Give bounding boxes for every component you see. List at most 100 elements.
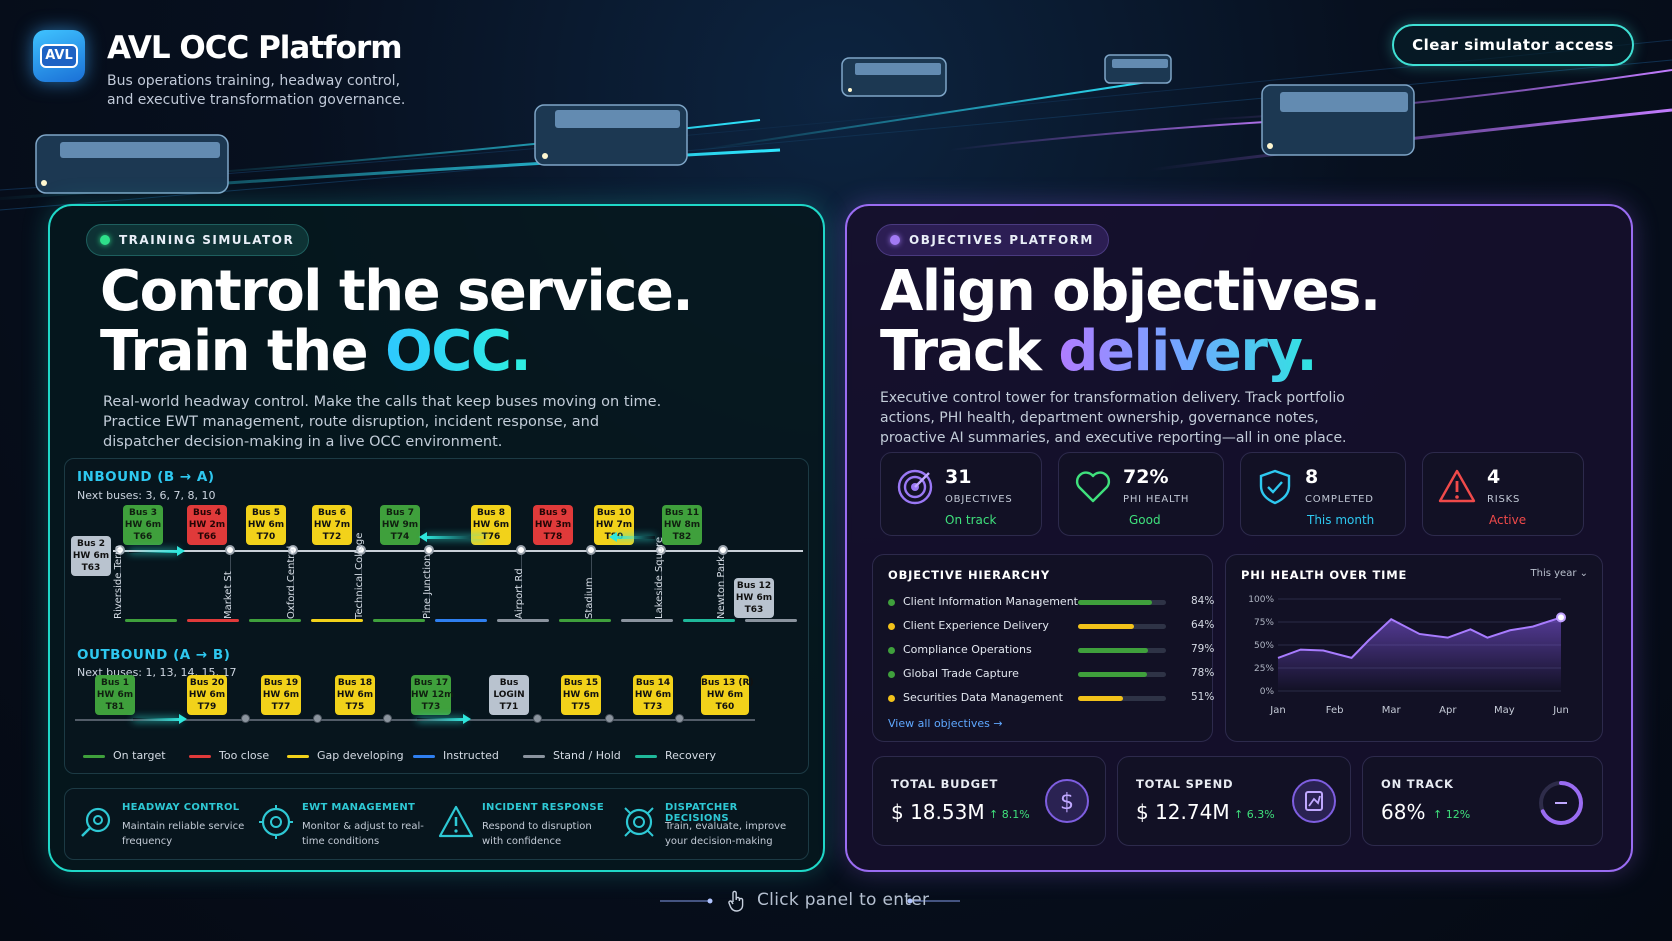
- training-simulator-panel[interactable]: TRAINING SIMULATOR Control the service. …: [48, 204, 825, 872]
- stop-marker[interactable]: [533, 714, 542, 723]
- hierarchy-row[interactable]: Compliance Operations 79%: [888, 641, 1214, 661]
- app-logo: AVL: [33, 30, 85, 82]
- bus-tile[interactable]: Bus 8 HW 6m T76: [471, 505, 511, 545]
- money-change: ↑ 12%: [1433, 808, 1471, 821]
- stop-marker[interactable]: [586, 545, 596, 555]
- stat-phi-health[interactable]: 72% PHI HEALTH Good: [1058, 452, 1224, 536]
- stop-marker[interactable]: [516, 545, 526, 555]
- target-icon: [897, 469, 933, 505]
- app-subtitle: Bus operations training, headway control…: [107, 73, 406, 108]
- row-percent: 78%: [1191, 667, 1215, 679]
- bus-tile[interactable]: Bus 7 HW 9m T74: [380, 505, 420, 545]
- stop-marker[interactable]: [313, 714, 322, 723]
- stop-marker[interactable]: [675, 714, 684, 723]
- status-dot-icon: [888, 695, 895, 702]
- bus-tile[interactable]: Bus LOGIN T71: [489, 675, 529, 715]
- stop-marker[interactable]: [241, 714, 250, 723]
- progress-fill: [1078, 624, 1135, 629]
- bus-tile[interactable]: Bus 4 HW 2m T66: [187, 505, 227, 545]
- stop-label: Lakeside Square: [654, 536, 665, 619]
- stop-label: Market St: [223, 571, 234, 619]
- objectives-platform-panel[interactable]: OBJECTIVES PLATFORM Align objectives. Tr…: [845, 204, 1633, 872]
- legend-item: Too close: [189, 749, 269, 762]
- headline-part: Train the: [100, 319, 386, 384]
- stop-label: Pine Junction: [422, 554, 433, 619]
- hierarchy-row[interactable]: Client Information Management 84%: [888, 593, 1214, 613]
- total-spend-card[interactable]: TOTAL SPEND $ 12.74M ↑ 6.3%: [1117, 756, 1351, 846]
- stop-marker[interactable]: [383, 714, 392, 723]
- stat-completed[interactable]: 8 COMPLETED This month: [1240, 452, 1406, 536]
- money-value: 68%: [1381, 800, 1426, 824]
- logo-text: AVL: [40, 44, 78, 68]
- y-tick-label: 25%: [1254, 664, 1274, 674]
- money-value: $ 12.74M: [1136, 800, 1230, 824]
- stat-risks[interactable]: 4 RISKS Active: [1422, 452, 1584, 536]
- status-dot-icon: [888, 671, 895, 678]
- feature-title: INCIDENT RESPONSE: [482, 802, 605, 813]
- bus-tile[interactable]: Bus 13 (R) HW 6m T60: [701, 675, 754, 715]
- bus-tile[interactable]: Bus 1 HW 6m T81: [95, 675, 135, 715]
- bus-tile[interactable]: Bus 20 HW 6m T79: [187, 675, 227, 715]
- row-percent: 51%: [1191, 691, 1215, 703]
- bus-tile[interactable]: Bus 18 HW 6m T75: [335, 675, 375, 715]
- stop-label: Airport Rd: [514, 568, 525, 619]
- row-name: Compliance Operations: [903, 643, 1032, 656]
- stop-marker[interactable]: [225, 545, 235, 555]
- view-all-objectives-link[interactable]: View all objectives →: [888, 717, 1003, 730]
- money-label: ON TRACK: [1381, 777, 1454, 791]
- money-value: $ 18.53M: [891, 800, 985, 824]
- direction-arrow: [129, 546, 185, 556]
- dispatch-icon: [624, 807, 654, 837]
- ewt-icon: [259, 805, 293, 839]
- headline-line-1: Control the service.: [100, 259, 694, 324]
- headline-line-2: Track delivery.: [880, 322, 1380, 382]
- hierarchy-row[interactable]: Global Trade Capture 78%: [888, 665, 1214, 685]
- phi-health-chart: 100% 75% 50% 25% 0% Jan Feb Mar Apr May Jun: [1248, 595, 1569, 716]
- stat-label: OBJECTIVES: [945, 494, 1013, 505]
- x-tick-label: Feb: [1326, 705, 1344, 716]
- bus-tile[interactable]: Bus 11 HW 8m T82: [662, 505, 702, 545]
- status-segment: [621, 619, 673, 622]
- money-label: TOTAL BUDGET: [891, 777, 999, 791]
- bus-tile[interactable]: Bus 3 HW 6m T66: [123, 505, 163, 545]
- stat-objectives[interactable]: 31 OBJECTIVES On track: [880, 452, 1042, 536]
- legend-label: Stand / Hold: [553, 749, 621, 762]
- legend-swatch: [413, 755, 435, 758]
- y-tick-label: 0%: [1260, 687, 1275, 697]
- hierarchy-row[interactable]: Securities Data Management 51%: [888, 689, 1214, 709]
- stat-sub: On track: [945, 513, 997, 527]
- feature-dispatcher-decisions: DISPATCHER DECISIONS Train, evaluate, im…: [608, 789, 788, 859]
- bus-tile[interactable]: Bus 12 HW 6m T63: [734, 578, 774, 618]
- total-budget-card[interactable]: TOTAL BUDGET $ 18.53M ↑ 8.1% $: [872, 756, 1106, 846]
- bus-tile[interactable]: Bus 6 HW 7m T72: [312, 505, 352, 545]
- bus-tile[interactable]: Bus 19 HW 6m T77: [261, 675, 301, 715]
- bus-tile[interactable]: Bus 17 HW 12m T73: [411, 675, 454, 715]
- stop-marker[interactable]: [718, 545, 728, 555]
- status-dot-icon: [890, 235, 900, 245]
- stat-label: COMPLETED: [1305, 494, 1374, 505]
- direction-arrow: [133, 714, 187, 724]
- stop-marker[interactable]: [605, 714, 614, 723]
- objective-hierarchy-card: OBJECTIVE HIERARCHY Client Information M…: [872, 554, 1214, 742]
- bus-tile[interactable]: Bus 5 HW 6m T70: [246, 505, 286, 545]
- feature-incident-response: INCIDENT RESPONSE Respond to disruption …: [425, 789, 605, 859]
- status-segment: [311, 619, 363, 622]
- bus-tile[interactable]: Bus 9 HW 3m T78: [533, 505, 573, 545]
- clear-simulator-access-button[interactable]: Clear simulator access: [1392, 24, 1634, 66]
- click-panel-hint: Click panel to enter: [660, 886, 1020, 916]
- bus-tile[interactable]: Bus 14 HW 6m T73: [633, 675, 673, 715]
- stat-label: RISKS: [1487, 494, 1521, 505]
- legend-item: Gap developing: [287, 749, 404, 762]
- y-tick-label: 100%: [1248, 595, 1274, 605]
- on-track-card[interactable]: ON TRACK 68% ↑ 12%: [1362, 756, 1603, 846]
- app-title: AVL OCC Platform: [107, 30, 403, 66]
- bus-tile[interactable]: Bus 2 HW 6m T63: [71, 536, 111, 576]
- hierarchy-row[interactable]: Client Experience Delivery 64%: [888, 617, 1214, 637]
- feature-headway-control: HEADWAY CONTROL Maintain reliable servic…: [65, 789, 245, 859]
- bus-tile[interactable]: Bus 15 HW 6m T75: [561, 675, 601, 715]
- route-map[interactable]: INBOUND (B → A) Next buses: 3, 6, 7, 8, …: [64, 458, 809, 774]
- status-segment: [497, 619, 549, 622]
- status-segment: [683, 619, 735, 622]
- row-name: Client Experience Delivery: [903, 619, 1049, 632]
- status-segment: [559, 619, 611, 622]
